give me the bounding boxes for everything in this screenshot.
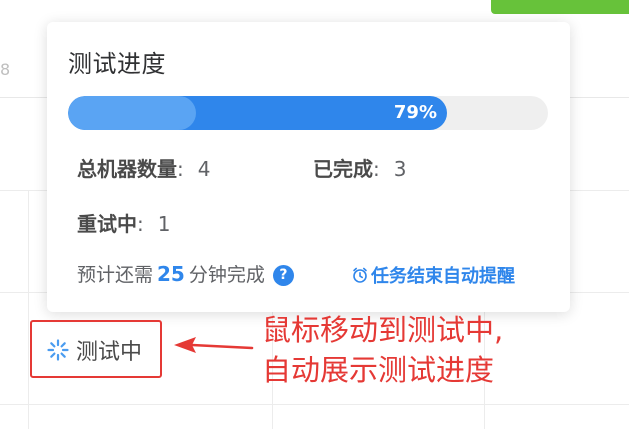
stat-retry-colon: : xyxy=(137,212,144,236)
stat-total-colon: : xyxy=(177,157,184,181)
table-column-divider xyxy=(28,190,29,429)
testing-status-cell[interactable]: 测试中 xyxy=(30,320,162,378)
progress-bar: 79% xyxy=(68,96,548,130)
stat-retry-value: 1 xyxy=(157,212,171,236)
estimate-minutes: 25 xyxy=(157,262,185,286)
stat-retrying: 重试中: 1 xyxy=(77,208,170,237)
task-end-remind-link[interactable]: 任务结束自动提醒 xyxy=(351,262,515,288)
stat-done-label: 已完成 xyxy=(313,157,373,181)
stat-total-machines: 总机器数量: 4 xyxy=(77,153,210,182)
filter-input[interactable]: 8 xyxy=(0,48,48,98)
annotation-arrow-icon xyxy=(174,337,254,353)
stat-done-value: 3 xyxy=(393,157,407,181)
status-label: 测试中 xyxy=(76,340,143,365)
stat-done-colon: : xyxy=(373,157,380,181)
annotation-line-1: 鼠标移动到测试中, xyxy=(262,313,504,347)
status-content: 测试中 xyxy=(46,334,142,366)
estimate-time: 预计还需 25 分钟完成? xyxy=(77,260,294,287)
test-progress-popover: 测试进度 79% 总机器数量: 4 已完成: 3 重试中: 1 预计还需 25 分钟完成?… xyxy=(47,22,570,312)
stat-completed: 已完成: 3 xyxy=(313,153,406,182)
loading-spinner-icon xyxy=(47,339,69,361)
stat-retry-label: 重试中 xyxy=(77,212,137,236)
estimate-suffix: 分钟完成 xyxy=(188,264,265,286)
estimate-prefix: 预计还需 xyxy=(77,264,154,286)
stat-total-value: 4 xyxy=(197,157,211,181)
help-icon[interactable]: ? xyxy=(272,265,294,286)
remind-label: 任务结束自动提醒 xyxy=(371,266,515,287)
alarm-clock-icon xyxy=(353,267,367,283)
annotation-line-2: 自动展示测试进度 xyxy=(262,353,495,387)
progress-bar-highlight xyxy=(68,96,196,130)
table-divider xyxy=(0,404,629,405)
progress-percent: 79% xyxy=(393,102,437,123)
top-right-action-button[interactable] xyxy=(491,0,629,14)
filter-placeholder-fragment: 8 xyxy=(0,60,11,79)
stat-total-label: 总机器数量 xyxy=(77,157,177,181)
progress-bar-fill: 79% xyxy=(68,96,447,130)
popover-title: 测试进度 xyxy=(68,50,166,78)
